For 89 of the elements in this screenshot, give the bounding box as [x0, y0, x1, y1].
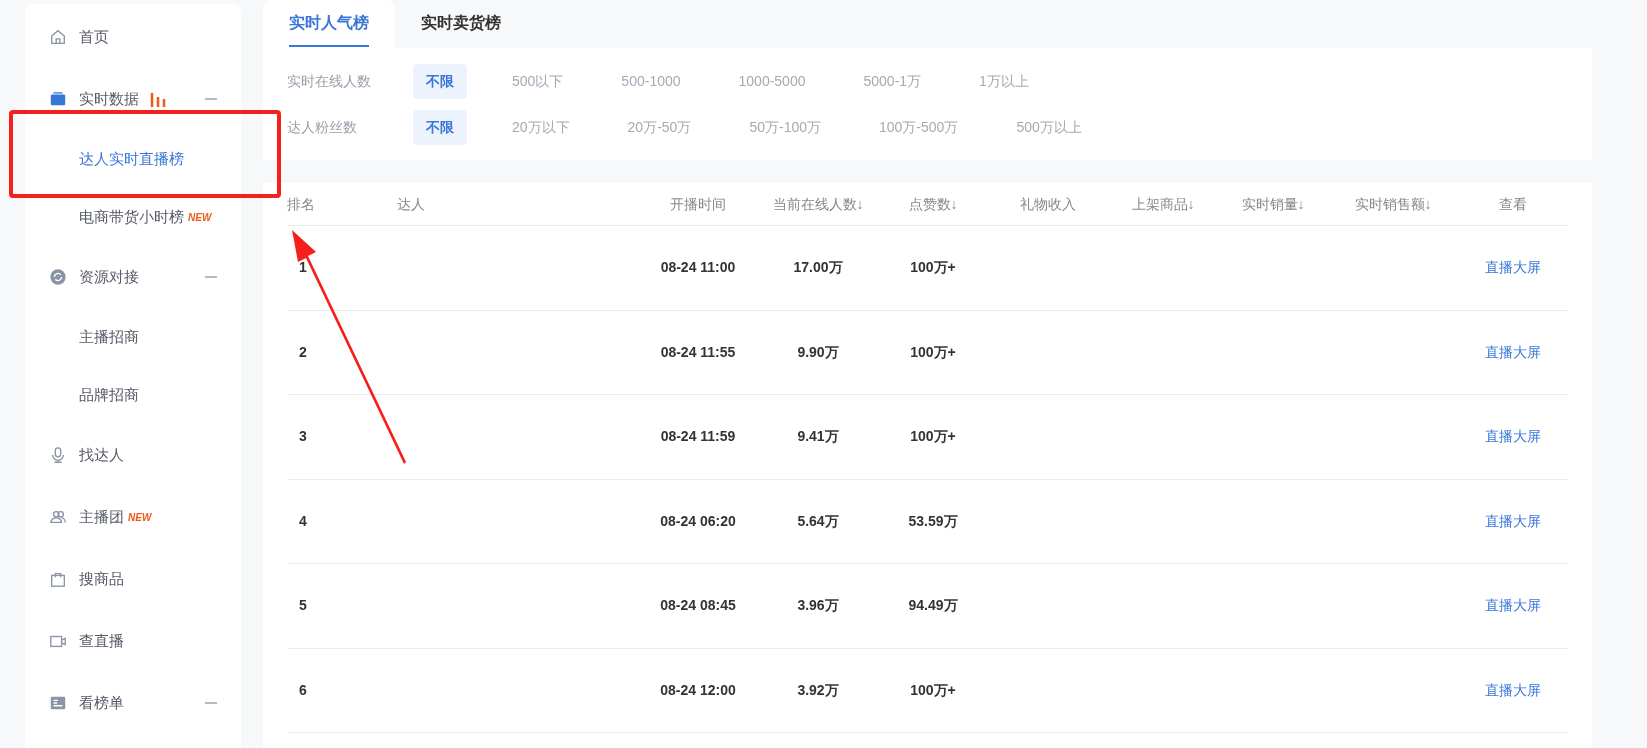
sidebar-subitem[interactable]: 达人实时直播榜 — [25, 130, 241, 188]
rank-cell-text: 5 — [298, 596, 308, 616]
sidebar-subitem-label: 电商带货小时榜 — [79, 206, 184, 227]
rank-cell-text: 3 — [298, 427, 308, 447]
list-board-icon — [49, 694, 67, 712]
online-count-cell-text: 9.41万 — [796, 427, 840, 447]
column-header: 排名 — [287, 194, 316, 214]
sidebar-subitem[interactable]: 电商带货小时榜 NEW — [25, 188, 241, 246]
sidebar-item-label: 首页 — [79, 26, 109, 47]
live-screen-link[interactable]: 直播大屏 — [1485, 595, 1541, 617]
filter-option[interactable]: 500万以上 — [1003, 109, 1095, 145]
online-count-cell-text: 17.00万 — [792, 258, 844, 278]
likes-cell-text: 100万+ — [909, 427, 957, 447]
likes-cell-text: 100万+ — [909, 342, 957, 362]
live-screen-link[interactable]: 直播大屏 — [1485, 510, 1541, 532]
likes-cell-text: 94.49万 — [907, 596, 959, 616]
sidebar-subitem-label: 达人实时直播榜 — [79, 148, 184, 169]
online-count-cell-text: 3.96万 — [796, 596, 840, 616]
rank-cell-text: 2 — [298, 342, 308, 362]
column-header: 礼物收入 — [1019, 194, 1077, 214]
filter-option[interactable]: 50万-100万 — [736, 109, 834, 145]
tab[interactable]: 实时人气榜 — [263, 0, 395, 48]
filter-option[interactable]: 5000-1万 — [850, 63, 935, 99]
shopping-bag-icon — [49, 570, 67, 588]
column-header: 上架商品↓ — [1130, 194, 1196, 214]
sidebar-subitem[interactable]: 品牌招商 — [25, 366, 241, 424]
start-time-cell-text: 08-24 11:59 — [659, 427, 737, 447]
sidebar-item-label: 资源对接 — [79, 266, 139, 287]
sidebar-item[interactable]: 首页 — [25, 6, 241, 68]
sidebar-item[interactable]: 找达人 — [25, 424, 241, 486]
home-icon — [49, 28, 67, 46]
column-header: 实时销售额↓ — [1353, 194, 1433, 214]
live-screen-link[interactable]: 直播大屏 — [1485, 426, 1541, 448]
online-count-cell-text: 9.90万 — [796, 342, 840, 362]
sidebar-item-label: 查直播 — [79, 630, 124, 651]
column-header: 实时销量↓ — [1240, 194, 1306, 214]
column-header: 查看 — [1498, 194, 1528, 214]
sidebar-item[interactable]: 实时数据 — [25, 68, 241, 130]
filter-option[interactable]: 20万-50万 — [614, 109, 705, 145]
sidebar-subitem-label: 品牌招商 — [79, 384, 139, 405]
tab[interactable]: 实时卖货榜 — [395, 0, 527, 48]
filter-option[interactable]: 500以下 — [499, 63, 577, 99]
sidebar-item-label: 找达人 — [79, 444, 124, 465]
start-time-cell-text: 08-24 11:00 — [659, 258, 737, 278]
live-tv-icon — [49, 90, 67, 108]
sidebar-item-label: 看榜单 — [79, 692, 124, 713]
start-time-cell-text: 08-24 08:45 — [659, 596, 737, 616]
sidebar-item-label: 搜商品 — [79, 568, 124, 589]
sidebar-item-label: 主播团 — [79, 506, 124, 527]
rank-cell-text: 4 — [298, 511, 308, 531]
filter-option[interactable]: 不限 — [413, 109, 467, 145]
start-time-cell-text: 08-24 11:55 — [659, 342, 737, 362]
sidebar-subitem[interactable]: 主播招商 — [25, 308, 241, 366]
filter-label: 达人粉丝数 — [287, 117, 358, 137]
likes-cell-text: 100万+ — [909, 680, 957, 700]
online-count-cell-text: 3.92万 — [796, 680, 840, 700]
filter-option[interactable]: 100万-500万 — [866, 109, 972, 145]
sidebar-subitem-label: 主播招商 — [79, 326, 139, 347]
likes-cell-text: 53.59万 — [907, 511, 959, 531]
column-header: 点赞数↓ — [907, 194, 959, 214]
sidebar-item[interactable]: 主播团 NEW — [25, 486, 241, 548]
filter-option[interactable]: 500-1000 — [608, 63, 694, 99]
filter-option[interactable]: 不限 — [413, 63, 467, 99]
sync-icon — [49, 268, 67, 286]
filter-option[interactable]: 1万以上 — [966, 63, 1042, 99]
live-screen-link[interactable]: 直播大屏 — [1485, 257, 1541, 279]
start-time-cell-text: 08-24 12:00 — [659, 680, 737, 700]
rank-cell-text: 1 — [298, 258, 308, 278]
filter-option[interactable]: 1000-5000 — [725, 63, 819, 99]
sidebar-item[interactable]: 查直播 — [25, 610, 241, 672]
column-header: 达人 — [397, 194, 426, 214]
live-screen-link[interactable]: 直播大屏 — [1485, 679, 1541, 701]
microphone-icon — [49, 446, 67, 464]
live-screen-link[interactable]: 直播大屏 — [1485, 341, 1541, 363]
column-header: 当前在线人数↓ — [771, 194, 865, 214]
likes-cell-text: 100万+ — [909, 258, 957, 278]
new-label: NEW — [188, 210, 212, 225]
sidebar-item-label: 实时数据 — [79, 88, 139, 109]
new-label: NEW — [128, 510, 152, 525]
sidebar-item[interactable]: 搜商品 — [25, 548, 241, 610]
start-time-cell-text: 08-24 06:20 — [659, 511, 737, 531]
rank-cell-text: 6 — [298, 680, 308, 700]
filter-option[interactable]: 20万以下 — [499, 109, 583, 145]
column-header: 开播时间 — [669, 194, 727, 214]
filter-label: 实时在线人数 — [287, 71, 372, 91]
sidebar-item[interactable]: 看榜单 — [25, 672, 241, 734]
sidebar-item[interactable]: 资源对接 — [25, 246, 241, 308]
users-icon — [49, 508, 67, 526]
online-count-cell-text: 5.64万 — [796, 511, 840, 531]
